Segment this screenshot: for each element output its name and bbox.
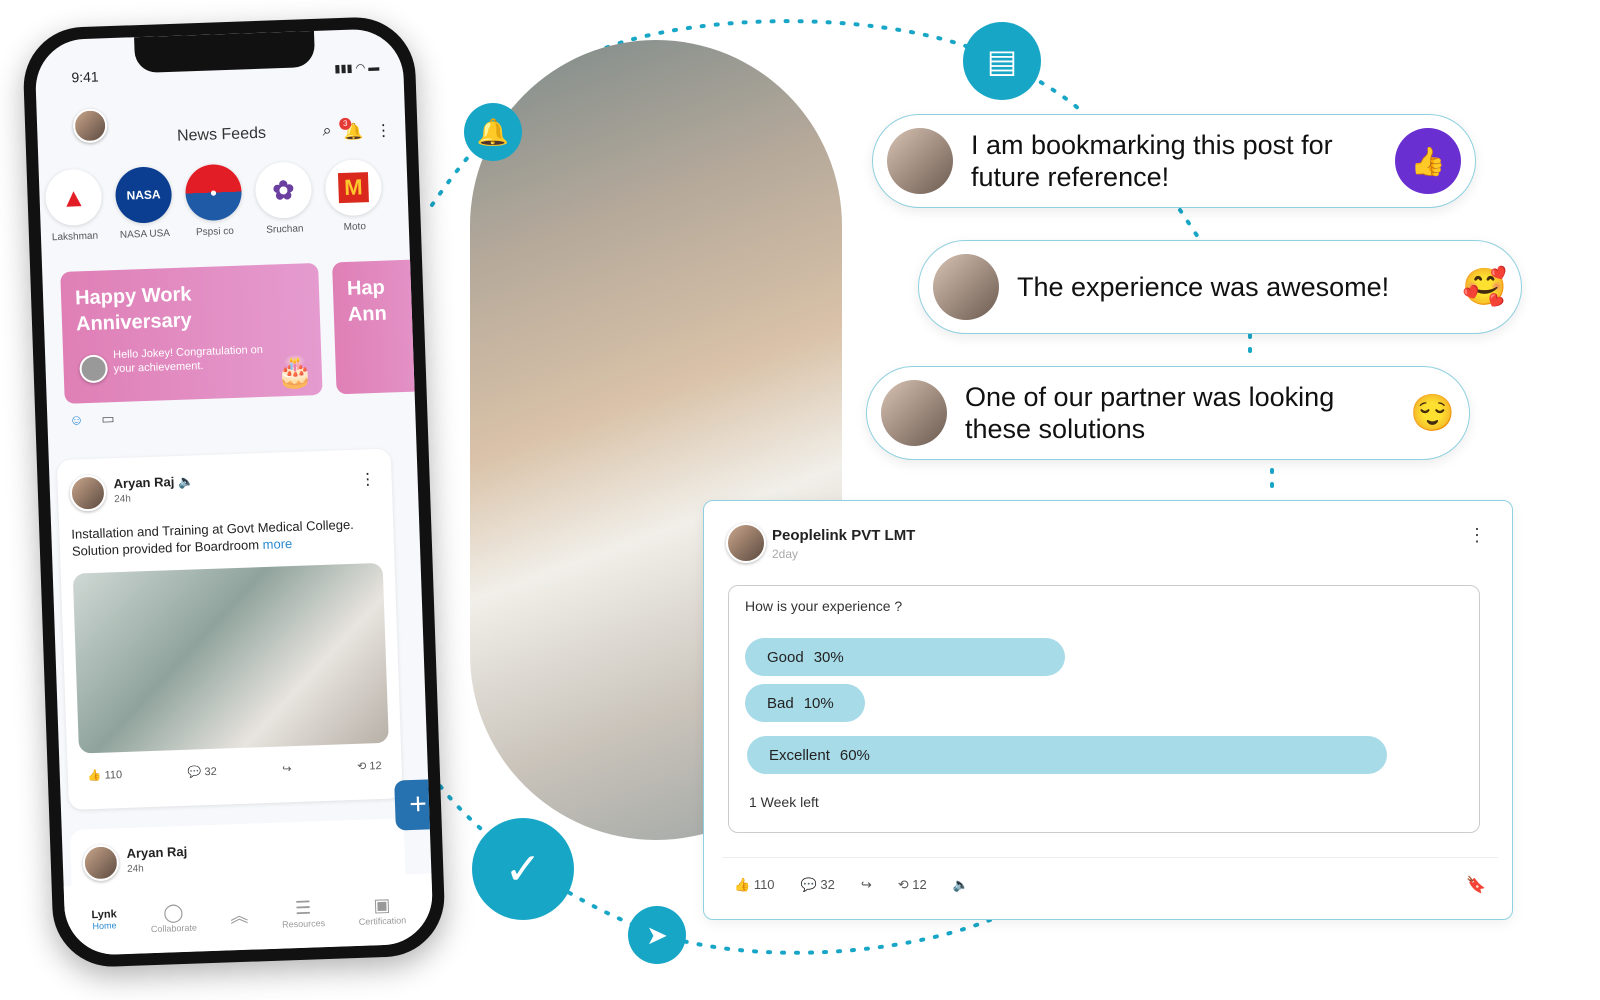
comment-icon[interactable]: ▭ xyxy=(101,410,115,427)
lynk-logo: Lynk xyxy=(91,908,117,922)
poll-time-left: 1 Week left xyxy=(749,794,819,810)
nav-collaborate[interactable]: ◯ Collaborate xyxy=(150,901,197,934)
comment-text: One of our partner was looking these sol… xyxy=(965,382,1335,444)
nav-home[interactable]: Lynk Home xyxy=(91,908,117,931)
avatar xyxy=(726,523,766,563)
story-item[interactable]: ▲ Lakshman xyxy=(44,168,104,244)
avatar xyxy=(887,128,953,194)
story-label: Lakshman xyxy=(51,230,99,244)
search-icon[interactable]: ⌕ xyxy=(322,122,332,142)
speaker-icon[interactable]: 🔈 xyxy=(953,877,969,893)
comment-button[interactable]: 💬 32 xyxy=(187,765,217,779)
smiling-hearts-emoji-icon: 🥰 xyxy=(1462,266,1507,307)
phone-mockup: 9:41 ▮▮▮ ◠ ▬ News Feeds ⌕ 🔔 3 ⋮ ▲ Lakshman… xyxy=(21,15,447,969)
status-time: 9:41 xyxy=(71,68,99,86)
divider xyxy=(722,857,1498,858)
clipboard-check-icon: ✓ xyxy=(472,818,574,920)
poll-question: How is your experience ? xyxy=(745,598,903,614)
share-icon[interactable]: ↪ xyxy=(861,877,872,893)
more-vertical-icon[interactable]: ⋮ xyxy=(359,469,376,490)
notification-badge: 3 xyxy=(339,117,352,131)
post-time: 24h xyxy=(126,863,144,875)
story-logo: NASA xyxy=(114,166,173,224)
nav-certification[interactable]: ▣ Certification xyxy=(358,894,407,926)
anniversary-title: Happy Work Anniversary xyxy=(74,283,192,336)
send-icon: ➤ xyxy=(628,906,686,964)
more-vertical-icon[interactable]: ⋮ xyxy=(1468,525,1486,546)
post-text: Installation and Training at Govt Medica… xyxy=(71,516,355,559)
story-logo: ● xyxy=(184,163,243,222)
thumbs-up-icon: 👍 xyxy=(1395,128,1461,194)
comment-text: I am bookmarking this post for future re… xyxy=(971,130,1333,192)
poll-option-excellent[interactable]: Excellent 60% xyxy=(747,736,1387,774)
bell-icon: 🔔 xyxy=(464,103,522,161)
more-link[interactable]: more xyxy=(262,536,292,552)
post-author[interactable]: Aryan Raj 🔈 xyxy=(113,473,194,492)
story-label: NASA USA xyxy=(119,228,171,241)
avatar xyxy=(82,844,120,882)
like-button[interactable]: 👍 110 xyxy=(88,768,123,782)
story-logo: ▲ xyxy=(44,168,103,227)
comment-bubble: One of our partner was looking these sol… xyxy=(866,366,1470,460)
share-icon[interactable]: ↪ xyxy=(282,762,292,775)
comment-button[interactable]: 💬 32 xyxy=(801,877,835,893)
comment-bubble: The experience was awesome! 🥰 xyxy=(918,240,1522,334)
story-label: Sruchan xyxy=(266,223,304,236)
header-actions: ⌕ 🔔 3 ⋮ xyxy=(322,117,392,142)
certificate-icon: ▣ xyxy=(373,894,391,915)
anniversary-card-next[interactable]: Hap Ann xyxy=(332,258,434,395)
bookmark-icon[interactable]: 🔖 xyxy=(1466,875,1486,895)
post-author[interactable]: Aryan Raj xyxy=(126,844,187,861)
stories-row: ▲ Lakshman NASA NASA USA ● Pspsi co ✿ Srucha… xyxy=(44,158,383,244)
collaborate-icon: ◯ xyxy=(162,901,184,923)
story-label: Moto xyxy=(343,221,367,234)
poll-post-card: Peoplelink PVT LMT 2day ⋮ How is your ex… xyxy=(703,500,1513,920)
avatar xyxy=(881,380,947,446)
anniversary-message: Hello Jokey! Congratulation on your achi… xyxy=(112,343,264,376)
avatar xyxy=(69,474,107,512)
story-item[interactable]: ● Pspsi co xyxy=(184,163,244,239)
comment-bubble: I am bookmarking this post for future re… xyxy=(872,114,1476,208)
post-author[interactable]: Peoplelink PVT LMT xyxy=(772,527,915,544)
relieved-emoji-icon: 😌 xyxy=(1410,392,1455,433)
nav-chevrons[interactable]: ︽ xyxy=(230,902,249,929)
bell-icon[interactable]: 🔔 3 xyxy=(339,117,364,142)
poll-box: How is your experience ? Good 30% Bad 10% … xyxy=(728,585,1480,833)
double-chevron-up-icon: ︽ xyxy=(229,905,249,927)
add-post-button[interactable]: + xyxy=(394,778,434,831)
react-icon[interactable]: ☺ xyxy=(69,411,84,427)
anniversary-card[interactable]: Happy Work Anniversary Hello Jokey! Cong… xyxy=(60,262,323,404)
story-logo: ✿ xyxy=(254,161,313,220)
signal-wifi-battery-icon: ▮▮▮ ◠ ▬ xyxy=(334,61,380,76)
repost-button[interactable]: ⟲ 12 xyxy=(357,759,382,773)
layers-icon: ☰ xyxy=(294,897,312,918)
story-item[interactable]: M Moto xyxy=(324,158,383,234)
story-item[interactable]: ✿ Sruchan xyxy=(254,161,314,236)
bottom-nav: Lynk Home ◯ Collaborate ︽ ☰ Resources ▣ Cert… xyxy=(63,873,434,957)
story-logo: M xyxy=(337,172,370,204)
document-icon: ▤ xyxy=(963,22,1041,100)
story-label: Pspsi co xyxy=(195,225,234,239)
story-item[interactable]: NASA NASA USA xyxy=(114,166,174,241)
post-actions: 👍 110 💬 32 ↪ ⟲ 12 🔈 🔖 xyxy=(734,875,1486,895)
anniversary-title: Hap Ann xyxy=(346,276,388,326)
post-actions: 👍 110 💬 32 ↪ ⟲ 12 xyxy=(88,759,382,782)
speaker-icon: 🔈 xyxy=(177,473,195,489)
avatar xyxy=(933,254,999,320)
post-time: 24h xyxy=(114,493,132,506)
cake-icon: 🎂 xyxy=(275,355,315,390)
poll-option-bad[interactable]: Bad 10% xyxy=(745,684,865,722)
repost-button[interactable]: ⟲ 12 xyxy=(898,877,927,893)
avatar xyxy=(79,354,109,384)
more-vertical-icon[interactable]: ⋮ xyxy=(375,120,392,141)
phone-screen: 9:41 ▮▮▮ ◠ ▬ News Feeds ⌕ 🔔 3 ⋮ ▲ Lakshman… xyxy=(34,27,434,957)
nav-resources[interactable]: ☰ Resources xyxy=(281,897,325,929)
post-time: 2day xyxy=(772,547,799,561)
comment-text: The experience was awesome! xyxy=(1017,272,1390,302)
post-image[interactable] xyxy=(72,562,389,754)
like-button[interactable]: 👍 110 xyxy=(734,877,775,893)
feed-post: Aryan Raj 🔈 24h ⋮ Installation and Train… xyxy=(56,448,403,810)
poll-option-good[interactable]: Good 30% xyxy=(745,638,1065,676)
phone-notch xyxy=(134,30,316,74)
